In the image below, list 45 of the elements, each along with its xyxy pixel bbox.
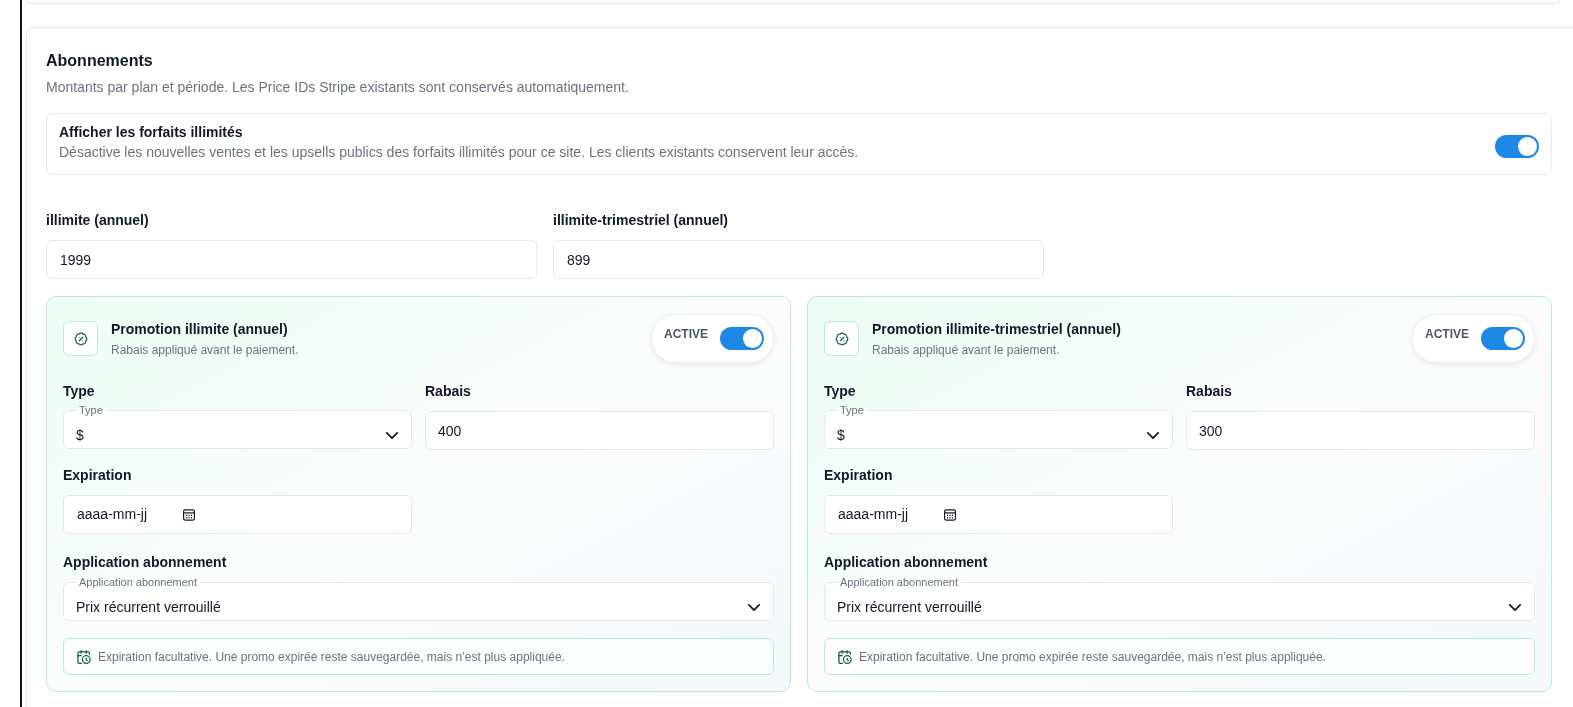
status-label: ACTIVE	[1425, 325, 1469, 342]
percent-badge-icon	[824, 321, 859, 356]
status-label: ACTIVE	[664, 325, 708, 342]
toggle-switch[interactable]	[720, 327, 764, 350]
application-select[interactable]: Application abonnement Prix récurrent verrouillé	[63, 577, 774, 621]
date-field[interactable]: aaaa-mm-jj	[824, 495, 1173, 534]
field-label: illimite-trimestriel (annuel)	[553, 211, 730, 230]
toggle-switch[interactable]	[1495, 134, 1539, 158]
date-field[interactable]: aaaa-mm-jj	[63, 495, 412, 534]
section-description: Montants par plan et période. Les Price IDs Stripe existants sont conservés automatiquement.	[46, 78, 630, 97]
setting-title: Afficher les forfaits illimités	[59, 123, 244, 142]
note-text: Expiration facultative. Une promo expirée reste sauvegardée, mais n’est plus appliquée.	[859, 648, 1326, 665]
type-select[interactable]: Type $	[63, 405, 412, 449]
calendar-icon	[183, 508, 195, 521]
field-label: Type	[824, 382, 857, 401]
calendar-icon	[944, 508, 956, 521]
field-label: Expiration	[63, 466, 133, 485]
note-text: Expiration facultative. Une promo expirée reste sauvegardée, mais n’est plus appliquée.	[98, 648, 565, 665]
price-input[interactable]: 899	[553, 240, 1044, 279]
chevron-down-icon	[1509, 603, 1521, 611]
setting-description: Désactive les nouvelles ventes et les upsells publics des forfaits illimités pour ce site. Les clients existants conservent leur accès.	[59, 143, 859, 162]
chevron-down-icon	[748, 603, 760, 611]
application-select[interactable]: Application abonnement Prix récurrent verrouillé	[824, 577, 1535, 621]
field-label: Application abonnement	[63, 553, 228, 572]
type-select[interactable]: Type $	[824, 405, 1173, 449]
field-label: Expiration	[824, 466, 894, 485]
field-label: Rabais	[425, 382, 472, 401]
calendar-clock-icon	[838, 649, 852, 664]
calendar-clock-icon	[77, 649, 91, 664]
chevron-down-icon	[1147, 431, 1159, 439]
field-label: illimite (annuel)	[46, 211, 150, 230]
promotion-title: Promotion illimite-trimestriel (annuel)	[872, 320, 1121, 339]
field-label: Rabais	[1186, 382, 1233, 401]
promotion-subtitle: Rabais appliqué avant le paiement.	[872, 342, 1061, 358]
percent-badge-icon	[63, 321, 98, 356]
discount-input[interactable]: 400	[425, 411, 774, 450]
chevron-down-icon	[386, 431, 398, 439]
field-label: Type	[63, 382, 96, 401]
price-input[interactable]: 1999	[46, 240, 537, 279]
field-label: Application abonnement	[824, 553, 989, 572]
section-title: Abonnements	[46, 51, 154, 71]
promotion-subtitle: Rabais appliqué avant le paiement.	[111, 342, 299, 358]
promotion-title: Promotion illimite (annuel)	[111, 320, 289, 339]
discount-input[interactable]: 300	[1186, 411, 1535, 450]
toggle-switch[interactable]	[1481, 327, 1525, 350]
